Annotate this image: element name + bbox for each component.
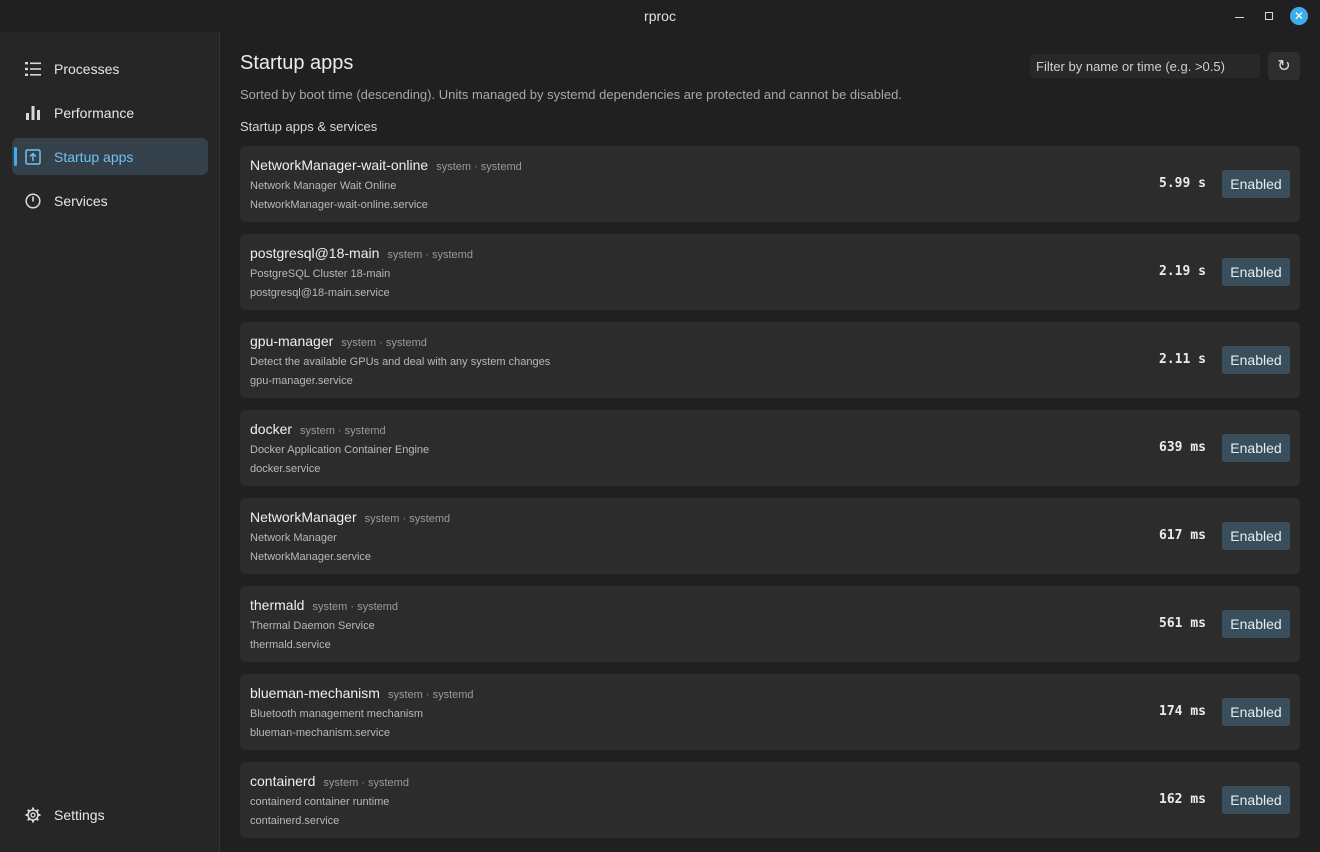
- window-title: rproc: [644, 8, 676, 24]
- refresh-icon: ↻: [1277, 58, 1291, 75]
- list-icon: [24, 60, 42, 78]
- sidebar-item-services[interactable]: Services: [12, 182, 208, 219]
- app-meta: system · systemd: [300, 425, 386, 437]
- boot-time: 561 ms: [1159, 616, 1206, 631]
- title-bar: rproc ✕: [0, 0, 1320, 32]
- app-description: PostgreSQL Cluster 18-main: [250, 268, 391, 280]
- app-name: postgresql@18-main: [250, 245, 380, 261]
- maximize-icon: [1265, 12, 1273, 20]
- enabled-toggle-button[interactable]: Enabled: [1222, 434, 1290, 462]
- app-name: blueman-mechanism: [250, 685, 380, 701]
- app-name: thermald: [250, 597, 305, 613]
- sidebar-item-label: Services: [54, 192, 108, 209]
- app-unit: NetworkManager-wait-online.service: [250, 199, 428, 211]
- app-description: Thermal Daemon Service: [250, 620, 375, 632]
- enabled-toggle-button[interactable]: Enabled: [1222, 346, 1290, 374]
- list-item: thermald system · systemd Thermal Daemon …: [240, 586, 1300, 662]
- list-item: NetworkManager-wait-online system · syste…: [240, 146, 1300, 222]
- maximize-button[interactable]: [1254, 0, 1284, 32]
- app-description: Bluetooth management mechanism: [250, 708, 424, 720]
- enabled-toggle-button[interactable]: Enabled: [1222, 698, 1290, 726]
- boot-time: 174 ms: [1159, 704, 1206, 719]
- minimize-button[interactable]: [1224, 0, 1254, 32]
- app-description: Detect the available GPUs and deal with …: [250, 356, 551, 368]
- power-icon: [24, 192, 42, 210]
- sidebar: Processes Performance Startup apps Servi…: [0, 32, 220, 852]
- section-label: Startup apps & services: [240, 119, 378, 134]
- gear-icon: [24, 806, 42, 824]
- sidebar-item-performance[interactable]: Performance: [12, 94, 208, 131]
- main-content: Startup apps Sorted by boot time (descen…: [220, 32, 1320, 852]
- boot-time: 2.19 s: [1159, 264, 1206, 279]
- sidebar-item-settings[interactable]: Settings: [12, 796, 208, 833]
- list-item: docker system · systemd Docker Applicatio…: [240, 410, 1300, 486]
- enabled-toggle-button[interactable]: Enabled: [1222, 258, 1290, 286]
- app-description: Network Manager Wait Online: [250, 180, 397, 192]
- close-icon: ✕: [1290, 7, 1308, 25]
- enabled-toggle-button[interactable]: Enabled: [1222, 170, 1290, 198]
- app-name: NetworkManager-wait-online: [250, 157, 429, 173]
- startup-list: NetworkManager-wait-online system · syste…: [240, 146, 1300, 850]
- app-meta: system · systemd: [436, 161, 522, 173]
- sidebar-item-label: Processes: [54, 60, 120, 77]
- list-item: postgresql@18-main system · systemd Postg…: [240, 234, 1300, 310]
- page-title: Startup apps: [240, 52, 354, 74]
- list-item: containerd system · systemd containerd co…: [240, 762, 1300, 838]
- app-meta: system · systemd: [387, 689, 474, 701]
- list-item: gpu-manager system · systemd Detect the a…: [240, 322, 1300, 398]
- sidebar-item-processes[interactable]: Processes: [12, 50, 208, 87]
- app-unit: docker.service: [250, 463, 321, 475]
- boot-time: 162 ms: [1159, 792, 1206, 807]
- app-name: NetworkManager: [250, 509, 357, 525]
- sidebar-item-label: Performance: [54, 104, 135, 121]
- boot-time: 5.99 s: [1159, 176, 1206, 191]
- close-button[interactable]: ✕: [1284, 0, 1314, 32]
- enabled-toggle-button[interactable]: Enabled: [1222, 610, 1290, 638]
- app-meta: system · systemd: [323, 777, 409, 789]
- app-meta: system · systemd: [341, 337, 427, 349]
- app-unit: postgresql@18-main.service: [250, 287, 390, 299]
- app-unit: blueman-mechanism.service: [250, 727, 390, 739]
- app-name: docker: [250, 421, 293, 437]
- app-description: containerd container runtime: [250, 796, 390, 808]
- startup-icon: [24, 148, 42, 166]
- app-unit: gpu-manager.service: [250, 375, 353, 387]
- window-controls: ✕: [1224, 0, 1320, 32]
- app-description: Network Manager: [250, 532, 337, 544]
- app-unit: thermald.service: [250, 639, 331, 651]
- filter-input[interactable]: [1030, 54, 1260, 78]
- minimize-icon: [1234, 16, 1244, 19]
- bar-chart-icon: [24, 104, 42, 122]
- app-unit: NetworkManager.service: [250, 551, 372, 563]
- boot-time: 617 ms: [1159, 528, 1206, 543]
- app-meta: system · systemd: [364, 513, 451, 525]
- sidebar-item-startup-apps[interactable]: Startup apps: [12, 138, 208, 175]
- refresh-button[interactable]: ↻: [1268, 52, 1300, 80]
- list-item: blueman-mechanism system · systemd Blueto…: [240, 674, 1300, 750]
- sidebar-item-label: Settings: [54, 806, 105, 823]
- app-meta: system · systemd: [312, 601, 399, 613]
- app-meta: system · systemd: [387, 249, 473, 261]
- app-name: gpu-manager: [250, 333, 334, 349]
- list-item: NetworkManager system · systemd Network M…: [240, 498, 1300, 574]
- app-unit: containerd.service: [250, 815, 340, 827]
- app-name: containerd: [250, 773, 316, 789]
- boot-time: 639 ms: [1159, 440, 1206, 455]
- enabled-toggle-button[interactable]: Enabled: [1222, 786, 1290, 814]
- enabled-toggle-button[interactable]: Enabled: [1222, 522, 1290, 550]
- app-description: Docker Application Container Engine: [250, 444, 430, 456]
- page-subtitle: Sorted by boot time (descending). Units …: [240, 87, 902, 102]
- sidebar-item-label: Startup apps: [54, 148, 134, 165]
- boot-time: 2.11 s: [1159, 352, 1206, 367]
